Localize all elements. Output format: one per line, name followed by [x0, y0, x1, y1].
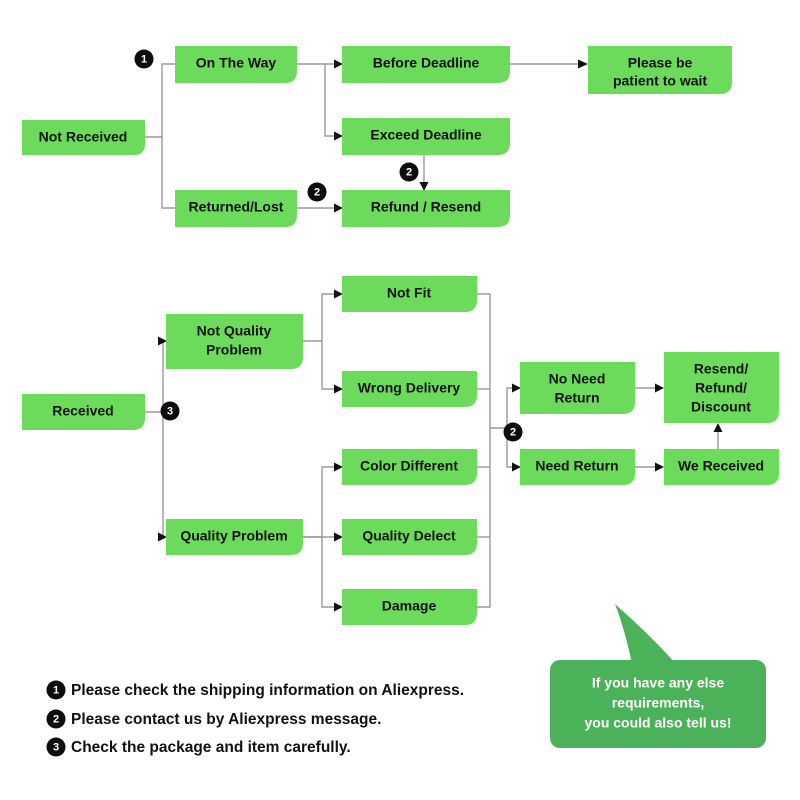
section-not-received: Not Received On The Way Returned/Lost Be…	[22, 46, 732, 227]
node-quality-delect[interactable]: Quality Delect	[342, 519, 477, 555]
badge-one-number: 1	[141, 53, 147, 65]
node-returned-lost[interactable]: Returned/Lost	[175, 190, 297, 227]
conn-received-bus-bottom	[158, 412, 164, 538]
node-need-return-label: Need Return	[535, 458, 618, 474]
conn-notreceived-ontheway	[145, 63, 176, 138]
legend: 1 Please check the shipping information …	[46, 680, 464, 757]
node-we-received[interactable]: We Received	[664, 449, 779, 485]
legend-item-3: 3 Check the package and item carefully.	[46, 737, 351, 757]
conn-nqp-notfit	[303, 293, 334, 342]
speech-bubble-line3: you could also tell us!	[584, 715, 731, 731]
arrow-not-fit	[334, 289, 343, 299]
node-color-different[interactable]: Color Different	[342, 449, 477, 485]
arrow-wrong-delivery	[334, 384, 343, 394]
node-before-deadline[interactable]: Before Deadline	[342, 46, 510, 83]
node-not-quality-problem-line1: Not Quality	[197, 323, 272, 339]
badge-two-exceed-deadline: 2	[399, 162, 419, 182]
node-quality-delect-label: Quality Delect	[362, 528, 456, 544]
badge-one-not-received: 1	[134, 49, 154, 69]
node-please-be-patient-line2: patient to wait	[613, 73, 707, 89]
node-exceed-deadline[interactable]: Exceed Deadline	[342, 118, 510, 155]
legend-item-3-text: Check the package and item carefully.	[71, 739, 351, 756]
legend-item-2: 2 Please contact us by Aliexpress messag…	[46, 709, 381, 729]
conn-qp-damage	[321, 537, 334, 608]
node-before-deadline-label: Before Deadline	[373, 55, 480, 71]
node-not-received-label: Not Received	[39, 129, 128, 145]
arrow-refund-from-returnedlost	[334, 203, 343, 213]
node-damage[interactable]: Damage	[342, 589, 477, 625]
node-received-label: Received	[52, 403, 113, 419]
node-resend-refund-discount-line1: Resend/	[694, 361, 749, 377]
node-we-received-label: We Received	[678, 458, 764, 474]
badge-three-received: 3	[160, 401, 180, 421]
flowchart-canvas: Not Received On The Way Returned/Lost Be…	[22, 46, 779, 757]
badge-two-return-split: 2	[503, 422, 523, 442]
node-refund-resend-label: Refund / Resend	[371, 199, 481, 215]
conn-received-bus-top	[145, 340, 164, 413]
node-resend-refund-discount-line3: Discount	[691, 399, 751, 415]
node-damage-label: Damage	[382, 598, 437, 614]
conn-qp-colordifferent	[303, 466, 334, 538]
node-color-different-label: Color Different	[360, 458, 458, 474]
node-exceed-deadline-label: Exceed Deadline	[370, 127, 481, 143]
arrow-refund-from-exceed	[419, 182, 429, 191]
flowchart-page: Not Received On The Way Returned/Lost Be…	[0, 0, 800, 800]
arrow-quality-delect	[334, 532, 343, 542]
node-resend-refund-discount-line2: Refund/	[695, 380, 747, 396]
arrow-no-need-return	[512, 383, 521, 393]
section-received: Received Not Quality Problem Quality Pro…	[22, 276, 779, 625]
speech-bubble-line2: requirements,	[612, 695, 705, 711]
node-returned-lost-label: Returned/Lost	[189, 199, 284, 215]
node-quality-problem[interactable]: Quality Problem	[166, 519, 303, 555]
arrow-patient	[578, 59, 588, 69]
node-not-quality-problem[interactable]: Not Quality Problem	[166, 314, 303, 369]
arrow-exceeddeadline	[334, 131, 343, 141]
node-not-received[interactable]: Not Received	[22, 120, 145, 155]
node-on-the-way-label: On The Way	[196, 55, 277, 71]
conn-notreceived-returnedlost	[161, 137, 176, 209]
node-wrong-delivery-label: Wrong Delivery	[358, 380, 461, 396]
node-resend-refund-discount[interactable]: Resend/ Refund/ Discount	[664, 352, 779, 423]
badge-two-number-b: 2	[406, 166, 412, 178]
legend-item-2-text: Please contact us by Aliexpress message.	[71, 711, 381, 728]
badge-two-number-a: 2	[314, 186, 320, 198]
speech-bubble-line1: If you have any else	[592, 675, 724, 691]
arrow-resend-from-noneed	[655, 383, 664, 393]
node-not-fit-label: Not Fit	[387, 285, 432, 301]
arrow-need-return	[512, 462, 521, 472]
node-wrong-delivery[interactable]: Wrong Delivery	[342, 371, 477, 407]
node-received[interactable]: Received	[22, 394, 145, 430]
badge-two-returned-lost: 2	[307, 182, 327, 202]
legend-badge-1-number: 1	[53, 684, 59, 696]
node-please-be-patient[interactable]: Please be patient to wait	[588, 46, 732, 94]
arrow-we-received	[655, 462, 664, 472]
conn-nqp-wrongdelivery	[321, 341, 334, 390]
speech-bubble-tail	[615, 604, 676, 664]
arrow-damage	[334, 602, 343, 612]
node-no-need-return[interactable]: No Need Return	[520, 362, 635, 414]
conn-bus-leaves	[477, 293, 491, 608]
arrow-resend-from-wereceived	[713, 423, 723, 432]
legend-item-1: 1 Please check the shipping information …	[46, 680, 464, 700]
speech-bubble: If you have any else requirements, you c…	[550, 604, 766, 748]
node-need-return[interactable]: Need Return	[520, 449, 635, 485]
node-please-be-patient-line1: Please be	[628, 55, 693, 71]
node-refund-resend[interactable]: Refund / Resend	[342, 190, 510, 227]
node-on-the-way[interactable]: On The Way	[175, 46, 297, 83]
arrow-beforedeadline	[334, 59, 343, 69]
node-not-fit[interactable]: Not Fit	[342, 276, 477, 312]
node-quality-problem-label: Quality Problem	[180, 528, 287, 544]
node-not-quality-problem-line2: Problem	[206, 342, 262, 358]
badge-three-number: 3	[167, 405, 173, 417]
badge-two-number-c: 2	[510, 426, 516, 438]
legend-badge-3-number: 3	[53, 741, 59, 753]
conn-ontheway-exceeddeadline	[324, 64, 334, 137]
node-no-need-return-line2: Return	[554, 390, 599, 406]
node-no-need-return-line1: No Need	[549, 371, 606, 387]
legend-item-1-text: Please check the shipping information on…	[71, 682, 464, 699]
arrow-color-different	[334, 462, 343, 472]
conn-bus-noneedreturn	[490, 387, 512, 429]
legend-badge-2-number: 2	[53, 713, 59, 725]
